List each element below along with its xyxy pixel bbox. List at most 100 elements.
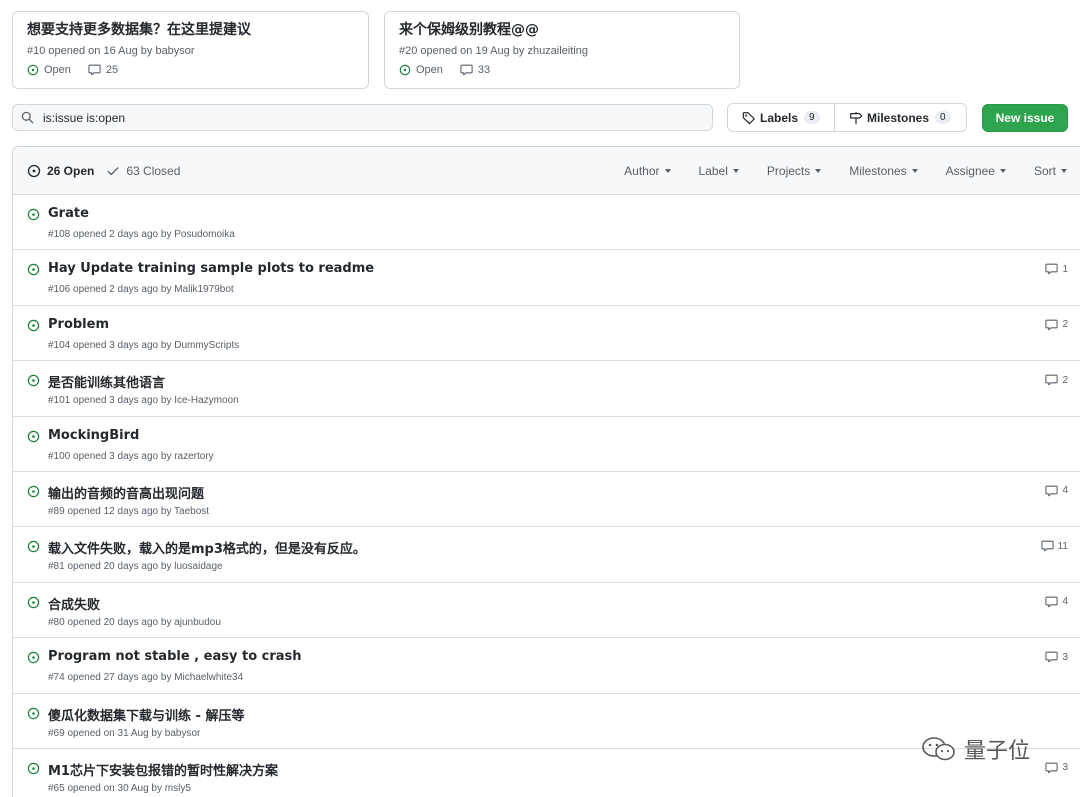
issue-row[interactable]: MockingBird #100 opened 3 days ago by raz… <box>13 417 1080 472</box>
labels-milestones-group: Labels 9 Milestones 0 <box>727 103 967 132</box>
milestone-icon <box>850 111 863 124</box>
comment-icon <box>460 64 473 76</box>
issue-row[interactable]: Hay Update training sample plots to read… <box>13 250 1080 306</box>
pinned-issue-title[interactable]: 想要支持更多数据集？在这里提建议 <box>27 21 354 39</box>
labels-count: 9 <box>804 111 820 124</box>
comment-count[interactable]: 4 <box>1045 596 1068 608</box>
issue-search[interactable] <box>12 104 713 131</box>
comment-count[interactable]: 4 <box>1045 485 1068 497</box>
issue-title[interactable]: 载入文件失败，载入的是mp3格式的，但是没有反应。 <box>48 538 366 557</box>
issue-title[interactable]: Program not stable , easy to crash <box>48 649 302 664</box>
author-filter-label: Author <box>624 164 660 178</box>
issue-row[interactable]: Program not stable , easy to crash #74 op… <box>13 638 1080 694</box>
issue-meta: #69 opened on 31 Aug by babysor <box>48 727 201 739</box>
new-issue-button[interactable]: New issue <box>982 104 1068 132</box>
comment-count[interactable]: 33 <box>460 64 490 76</box>
issue-open-icon <box>27 651 40 669</box>
issue-meta: #80 opened 20 days ago by ajunbudou <box>48 616 221 628</box>
chevron-down-icon <box>732 169 739 173</box>
comment-count[interactable]: 11 <box>1040 540 1068 552</box>
issue-row[interactable]: 合成失败 #80 opened 20 days ago by ajunbudou 4 <box>13 583 1080 639</box>
issue-meta: #106 opened 2 days ago by Malik1979bot <box>48 284 234 296</box>
chevron-down-icon <box>664 169 671 173</box>
milestones-filter-label: Milestones <box>849 164 907 178</box>
issue-status-label: Open <box>416 64 443 76</box>
comment-icon <box>1045 762 1062 774</box>
chevron-down-icon <box>815 169 822 173</box>
milestones-button-label: Milestones <box>867 110 930 125</box>
label-filter[interactable]: Label <box>699 164 739 178</box>
issue-row[interactable]: Problem #104 opened 3 days ago by DummySc… <box>13 306 1080 362</box>
issue-status: Open <box>27 64 71 76</box>
issue-title[interactable]: MockingBird <box>48 428 139 443</box>
issue-meta: #104 opened 3 days ago by DummyScripts <box>48 339 240 351</box>
comment-count-value: 4 <box>1062 596 1068 608</box>
issue-title[interactable]: Hay Update training sample plots to read… <box>48 261 374 276</box>
labels-button[interactable]: Labels 9 <box>728 104 835 131</box>
open-issues-tab[interactable]: 26 Open <box>27 164 94 178</box>
issue-open-icon <box>27 319 40 337</box>
comment-count[interactable]: 3 <box>1045 762 1068 774</box>
issue-title[interactable]: M1芯片下安装包报错的暂时性解决方案 <box>48 760 278 779</box>
milestones-button[interactable]: Milestones 0 <box>835 104 966 131</box>
comment-count[interactable]: 25 <box>88 64 118 76</box>
pinned-issue-card[interactable]: 来个保姆级别教程@@ #20 opened on 19 Aug by zhuza… <box>384 11 740 89</box>
chevron-down-icon <box>1061 169 1067 173</box>
projects-filter-label: Projects <box>766 164 811 178</box>
issue-meta: #108 opened 2 days ago by Posudomoika <box>48 229 235 240</box>
pinned-issue-title[interactable]: 来个保姆级别教程@@ <box>399 21 725 39</box>
pinned-issue-meta: #10 opened on 16 Aug by babysor <box>27 45 195 57</box>
assignee-filter[interactable]: Assignee <box>946 164 1006 178</box>
issue-open-icon <box>27 596 40 614</box>
pinned-issue-meta: #20 opened on 19 Aug by zhuzaileiting <box>399 45 588 57</box>
issue-open-icon <box>399 64 411 76</box>
issue-meta: #89 opened 12 days ago by Taebost <box>48 505 210 517</box>
closed-issues-tab[interactable]: 63 Closed <box>106 164 180 178</box>
comment-count[interactable]: 2 <box>1045 374 1068 386</box>
search-icon <box>21 111 34 124</box>
comment-count-value: 33 <box>477 64 491 76</box>
issue-open-icon <box>27 707 40 725</box>
issue-open-icon <box>27 540 40 558</box>
comment-count-value: 1 <box>1062 263 1068 275</box>
issue-row[interactable]: 是否能训练其他语言 #101 opened 3 days ago by Ice-H… <box>13 361 1080 417</box>
issue-title[interactable]: 输出的音频的音高出现问题 <box>48 483 204 502</box>
issue-meta: #65 opened on 30 Aug by msly5 <box>48 782 191 794</box>
label-filter-label: Label <box>698 164 728 178</box>
comment-count-value: 2 <box>1062 374 1068 386</box>
issue-list: 26 Open 63 Closed Author Label Projects … <box>12 146 1080 797</box>
issue-row[interactable]: Grate #108 opened 2 days ago by Posudomoi… <box>13 195 1080 251</box>
issue-open-icon <box>27 263 40 281</box>
comment-icon <box>1045 485 1062 497</box>
comment-icon <box>1040 540 1058 552</box>
comment-count[interactable]: 2 <box>1045 319 1068 331</box>
issue-title[interactable]: Problem <box>48 317 109 332</box>
sort-filter-label: Sort <box>1033 164 1056 178</box>
comment-count-value: 2 <box>1062 319 1068 331</box>
chevron-down-icon <box>911 169 918 173</box>
issue-title[interactable]: 是否能训练其他语言 <box>48 372 165 391</box>
comment-count-value: 4 <box>1062 485 1068 497</box>
issue-row[interactable]: 载入文件失败，载入的是mp3格式的，但是没有反应。 #81 opened 20 d… <box>13 527 1080 583</box>
projects-filter[interactable]: Projects <box>766 164 822 178</box>
comment-icon <box>1045 374 1062 386</box>
open-issues-label: 26 Open <box>47 163 95 178</box>
labels-button-label: Labels <box>760 110 799 125</box>
issue-title[interactable]: Grate <box>48 206 89 221</box>
milestones-filter[interactable]: Milestones <box>849 164 918 178</box>
tag-icon <box>742 111 755 124</box>
issue-open-icon <box>27 430 40 448</box>
comment-icon <box>1045 263 1062 275</box>
comment-icon <box>1045 319 1062 331</box>
issue-open-icon <box>27 485 40 503</box>
issue-open-icon <box>27 208 40 226</box>
search-input[interactable] <box>43 110 643 125</box>
issue-title[interactable]: 傻瓜化数据集下载与训练 - 解压等 <box>48 705 244 724</box>
comment-count[interactable]: 1 <box>1045 263 1068 275</box>
comment-count[interactable]: 3 <box>1045 651 1068 663</box>
issue-row[interactable]: 输出的音频的音高出现问题 #89 opened 12 days ago by Ta… <box>13 472 1080 528</box>
sort-filter[interactable]: Sort <box>1034 164 1067 178</box>
author-filter[interactable]: Author <box>624 164 671 178</box>
issue-title[interactable]: 合成失败 <box>48 594 100 613</box>
pinned-issue-card[interactable]: 想要支持更多数据集？在这里提建议 #10 opened on 16 Aug by… <box>12 11 369 89</box>
